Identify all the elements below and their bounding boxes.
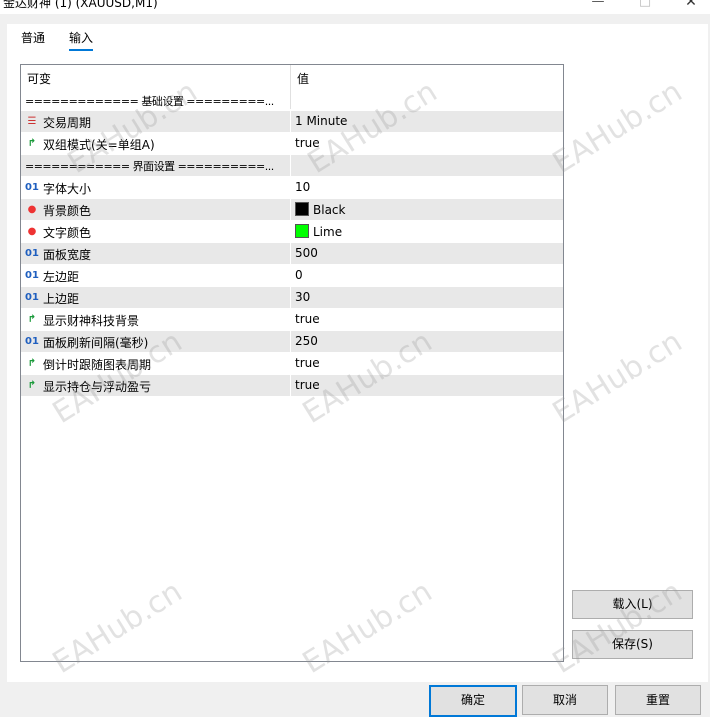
column-divider — [290, 375, 291, 396]
section-label: ============= 基础设置 =========... — [25, 95, 274, 108]
column-divider — [290, 309, 291, 330]
column-header-variable[interactable]: 可变 — [27, 70, 51, 87]
param-name: 字体大小 — [43, 182, 92, 196]
color-icon: ● — [27, 204, 37, 215]
ok-button[interactable]: 确定 — [429, 685, 517, 717]
tab-inputs[interactable]: 输入 — [69, 29, 94, 51]
param-value[interactable]: true — [295, 378, 320, 392]
param-value[interactable]: 500 — [295, 246, 318, 260]
param-value-text: 0 — [295, 268, 303, 282]
param-value[interactable]: 250 — [295, 334, 318, 348]
cancel-button[interactable]: 取消 — [522, 685, 608, 715]
bool-icon: ↱ — [27, 314, 37, 325]
color-icon: ● — [27, 226, 37, 237]
table-row[interactable]: 01 左边距 0 — [21, 265, 563, 287]
save-button[interactable]: 保存(S) — [572, 630, 693, 659]
table-row[interactable]: ☰ 交易周期 1 Minute — [21, 111, 563, 133]
color-swatch — [295, 224, 309, 238]
section-row-basic: ============= 基础设置 =========... — [21, 90, 563, 110]
column-divider — [290, 133, 291, 154]
window-title: 金达财神 (1) (XAUUSD,M1) — [3, 0, 158, 10]
param-value-text: 1 Minute — [295, 114, 348, 128]
param-name: 背景颜色 — [43, 204, 92, 218]
param-value[interactable]: true — [295, 356, 320, 370]
inputs-grid: 可变 值 ============= 基础设置 =========... ☰ 交易… — [20, 64, 564, 662]
section-row: ============ 界面设置 ==========... — [21, 155, 563, 177]
dialog-panel: 普通 输入 可变 值 ============= 基础设置 =========.… — [7, 24, 708, 682]
table-row[interactable]: ↱ 显示持仓与浮动盈亏 true — [21, 375, 563, 397]
param-name: 文字颜色 — [43, 226, 92, 240]
section-label: ============ 界面设置 ==========... — [25, 160, 274, 173]
param-value-text: Lime — [313, 225, 343, 239]
bool-icon: ↱ — [27, 138, 37, 149]
int-icon: 01 — [25, 182, 39, 193]
grid-header: 可变 值 ============= 基础设置 =========... — [21, 65, 563, 111]
param-value-text: 10 — [295, 180, 311, 194]
table-row[interactable]: ↱ 双组模式(关=单组A) true — [21, 133, 563, 155]
column-divider — [290, 221, 291, 242]
param-value[interactable]: 1 Minute — [295, 114, 347, 128]
int-icon: 01 — [25, 336, 39, 347]
param-name: 左边距 — [43, 270, 80, 284]
tab-strip: 普通 输入 — [7, 24, 708, 52]
param-value-text: true — [295, 378, 320, 392]
param-name: 上边距 — [43, 292, 80, 306]
table-row[interactable]: ↱ 倒计时跟随图表周期 true — [21, 353, 563, 375]
column-divider — [290, 177, 291, 198]
column-divider — [290, 331, 291, 352]
tab-common[interactable]: 普通 — [21, 29, 45, 46]
title-bar: 金达财神 (1) (XAUUSD,M1) — □ ✕ — [0, 0, 710, 14]
color-swatch — [295, 202, 309, 216]
param-value[interactable]: Black — [295, 202, 345, 217]
close-button[interactable]: ✕ — [676, 0, 706, 10]
bool-icon: ↱ — [27, 380, 37, 391]
column-divider — [290, 265, 291, 286]
maximize-button[interactable]: □ — [630, 0, 660, 9]
param-value[interactable]: 10 — [295, 180, 310, 194]
table-row[interactable]: ● 文字颜色 Lime — [21, 221, 563, 243]
int-icon: 01 — [25, 270, 39, 281]
param-value[interactable]: true — [295, 136, 320, 150]
param-value[interactable]: 30 — [295, 290, 310, 304]
param-name: 倒计时跟随图表周期 — [43, 358, 152, 372]
param-value-text: true — [295, 356, 320, 370]
int-icon: 01 — [25, 248, 39, 259]
param-name: 交易周期 — [43, 116, 92, 130]
param-name: 面板宽度 — [43, 248, 92, 262]
param-name: 面板刷新间隔(毫秒) — [43, 336, 149, 350]
param-name: 显示持仓与浮动盈亏 — [43, 380, 152, 394]
param-value-text: Black — [313, 203, 346, 217]
table-row[interactable]: 01 面板宽度 500 — [21, 243, 563, 265]
table-row[interactable]: 01 面板刷新间隔(毫秒) 250 — [21, 331, 563, 353]
column-header-value[interactable]: 值 — [297, 70, 309, 87]
table-row[interactable]: ↱ 显示财神科技背景 true — [21, 309, 563, 331]
param-value[interactable]: Lime — [295, 224, 342, 239]
column-divider — [290, 243, 291, 264]
param-value-text: 250 — [295, 334, 318, 348]
param-value-text: true — [295, 136, 320, 150]
minimize-button[interactable]: — — [583, 0, 613, 9]
enum-icon: ☰ — [27, 116, 37, 127]
column-divider — [290, 111, 291, 132]
reset-button[interactable]: 重置 — [615, 685, 701, 715]
int-icon: 01 — [25, 292, 39, 303]
bool-icon: ↱ — [27, 358, 37, 369]
column-divider — [290, 287, 291, 308]
param-value-text: true — [295, 312, 320, 326]
load-button[interactable]: 载入(L) — [572, 590, 693, 619]
param-value[interactable]: 0 — [295, 268, 303, 282]
param-name: 显示财神科技背景 — [43, 314, 140, 328]
column-divider — [290, 353, 291, 374]
column-divider — [290, 199, 291, 220]
param-value-text: 500 — [295, 246, 318, 260]
table-row[interactable]: 01 字体大小 10 — [21, 177, 563, 199]
table-row[interactable]: 01 上边距 30 — [21, 287, 563, 309]
table-row[interactable]: ● 背景颜色 Black — [21, 199, 563, 221]
param-value[interactable]: true — [295, 312, 320, 326]
column-divider — [290, 155, 291, 176]
param-value-text: 30 — [295, 290, 311, 304]
param-name: 双组模式(关=单组A) — [43, 138, 155, 152]
grid-rows: ☰ 交易周期 1 Minute ↱ 双组模式(关=单组A) true ===========… — [21, 111, 563, 397]
